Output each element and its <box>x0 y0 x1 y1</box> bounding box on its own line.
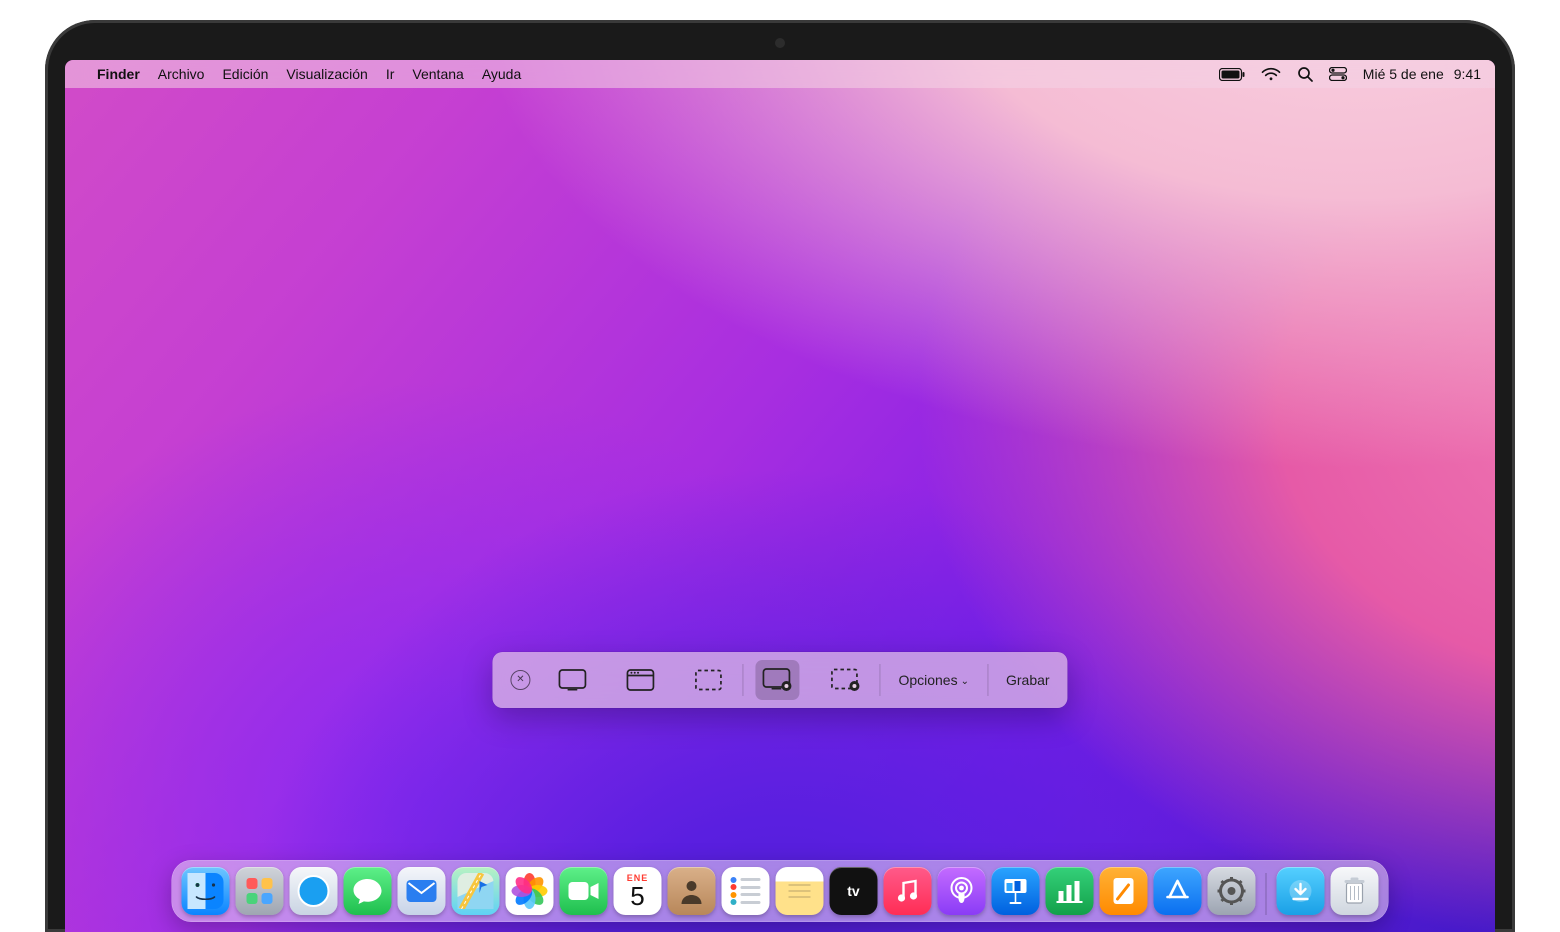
dock-app-finder[interactable] <box>182 867 230 915</box>
dock-app-facetime[interactable] <box>560 867 608 915</box>
dock-app-maps[interactable] <box>452 867 500 915</box>
capture-window-button[interactable] <box>618 660 662 700</box>
menu-ventana[interactable]: Ventana <box>412 66 463 82</box>
dock-app-podcasts[interactable] <box>938 867 986 915</box>
dock-app-music[interactable] <box>884 867 932 915</box>
dock-app-safari[interactable] <box>290 867 338 915</box>
dock-app-launchpad[interactable] <box>236 867 284 915</box>
control-center-icon[interactable] <box>1329 67 1347 81</box>
dock-app-tv[interactable]: tv <box>830 867 878 915</box>
menu-visualizacion[interactable]: Visualización <box>286 66 367 82</box>
close-icon[interactable] <box>510 670 530 690</box>
options-dropdown[interactable]: Opciones ⌄ <box>880 652 987 708</box>
laptop-frame: Finder Archivo Edición Visualización Ir … <box>45 20 1515 932</box>
dock-app-notes[interactable] <box>776 867 824 915</box>
menubar-time[interactable]: 9:41 <box>1454 66 1481 82</box>
dock-app-mail[interactable] <box>398 867 446 915</box>
record-entire-screen-button[interactable] <box>755 660 799 700</box>
menu-archivo[interactable]: Archivo <box>158 66 205 82</box>
capture-selection-button[interactable] <box>686 660 730 700</box>
options-label: Opciones <box>898 672 957 688</box>
menubar-date[interactable]: Mié 5 de ene <box>1363 66 1444 82</box>
dock-trash[interactable] <box>1331 867 1379 915</box>
capture-entire-screen-button[interactable] <box>550 660 594 700</box>
spotlight-icon[interactable] <box>1297 66 1313 82</box>
battery-icon[interactable] <box>1219 68 1245 81</box>
dock: ENE 5 tv <box>172 860 1389 922</box>
screen: Finder Archivo Edición Visualización Ir … <box>65 60 1495 932</box>
dock-app-numbers[interactable] <box>1046 867 1094 915</box>
dock-app-calendar[interactable]: ENE 5 <box>614 867 662 915</box>
record-selection-button[interactable] <box>823 660 867 700</box>
calendar-day: 5 <box>630 883 644 909</box>
dock-downloads[interactable] <box>1277 867 1325 915</box>
dock-divider <box>1266 873 1267 915</box>
dock-app-messages[interactable] <box>344 867 392 915</box>
record-button[interactable]: Grabar <box>988 652 1068 708</box>
dock-app-pages[interactable] <box>1100 867 1148 915</box>
dock-app-appstore[interactable] <box>1154 867 1202 915</box>
desktop-wallpaper <box>65 60 1495 932</box>
menu-edicion[interactable]: Edición <box>222 66 268 82</box>
dock-app-keynote[interactable] <box>992 867 1040 915</box>
dock-app-photos[interactable] <box>506 867 554 915</box>
chevron-down-icon: ⌄ <box>961 676 969 687</box>
dock-app-contacts[interactable] <box>668 867 716 915</box>
record-button-label: Grabar <box>1006 672 1050 688</box>
menu-bar: Finder Archivo Edición Visualización Ir … <box>65 60 1495 88</box>
dock-app-reminders[interactable] <box>722 867 770 915</box>
dock-app-settings[interactable] <box>1208 867 1256 915</box>
menu-ir[interactable]: Ir <box>386 66 395 82</box>
menu-ayuda[interactable]: Ayuda <box>482 66 521 82</box>
wifi-icon[interactable] <box>1261 67 1281 81</box>
screenshot-toolbar: Opciones ⌄ Grabar <box>492 652 1067 708</box>
app-menu[interactable]: Finder <box>97 66 140 82</box>
